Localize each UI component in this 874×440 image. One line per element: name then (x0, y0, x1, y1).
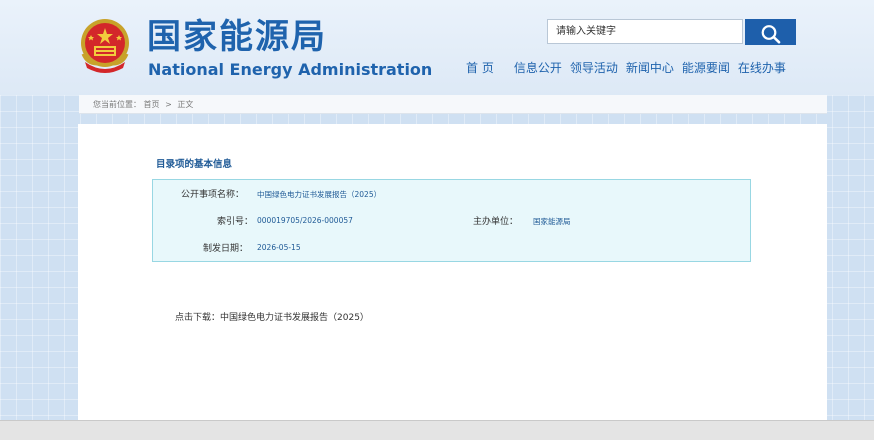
site-title-cn: 国家能源局 (147, 17, 327, 57)
main-nav: 首 页 信息公开 领导活动 新闻中心 能源要闻 在线办事 (466, 59, 794, 77)
nav-energy-news[interactable]: 能源要闻 (682, 59, 730, 77)
nav-home[interactable]: 首 页 (466, 59, 494, 77)
search-input[interactable] (547, 19, 743, 44)
download-row: 点击下载：中国绿色电力证书发展报告（2025） (175, 310, 369, 323)
download-label: 点击下载： (175, 313, 221, 323)
footer-band (0, 420, 874, 440)
field-org-label: 主办单位： (473, 217, 519, 227)
search-button[interactable] (745, 19, 796, 45)
field-date-label: 制发日期： (203, 244, 249, 254)
field-name-value: 中国绿色电力证书发展报告（2025） (257, 190, 382, 199)
breadcrumb-separator: > (165, 100, 172, 109)
breadcrumb: 您当前位置： 首页 > 正文 (79, 95, 827, 114)
section-title: 目录项的基本信息 (156, 159, 233, 170)
field-date-value: 2026-05-15 (257, 243, 301, 252)
national-emblem-icon (79, 18, 131, 76)
field-index-value: 000019705/2026-000057 (257, 216, 353, 225)
nav-online-services[interactable]: 在线办事 (738, 59, 786, 77)
nav-news-center[interactable]: 新闻中心 (626, 59, 674, 77)
nav-info-disclosure[interactable]: 信息公开 (514, 59, 562, 77)
download-link[interactable]: 中国绿色电力证书发展报告（2025） (220, 313, 369, 323)
field-index-label: 索引号： (216, 217, 253, 227)
breadcrumb-prefix: 您当前位置： (93, 100, 141, 109)
breadcrumb-current: 正文 (177, 100, 194, 109)
field-name-label: 公开事项名称： (181, 190, 245, 200)
content-card: 目录项的基本信息 公开事项名称： 中国绿色电力证书发展报告（2025） 索引号：… (78, 124, 827, 420)
search-icon (745, 24, 796, 44)
catalog-info-box: 公开事项名称： 中国绿色电力证书发展报告（2025） 索引号： 00001970… (152, 179, 751, 262)
nav-leadership-activities[interactable]: 领导活动 (570, 59, 618, 77)
site-title-en: National Energy Administration (148, 60, 433, 79)
header-background (0, 0, 874, 95)
breadcrumb-home-link[interactable]: 首页 (144, 100, 160, 109)
field-org-value: 国家能源局 (533, 217, 571, 226)
